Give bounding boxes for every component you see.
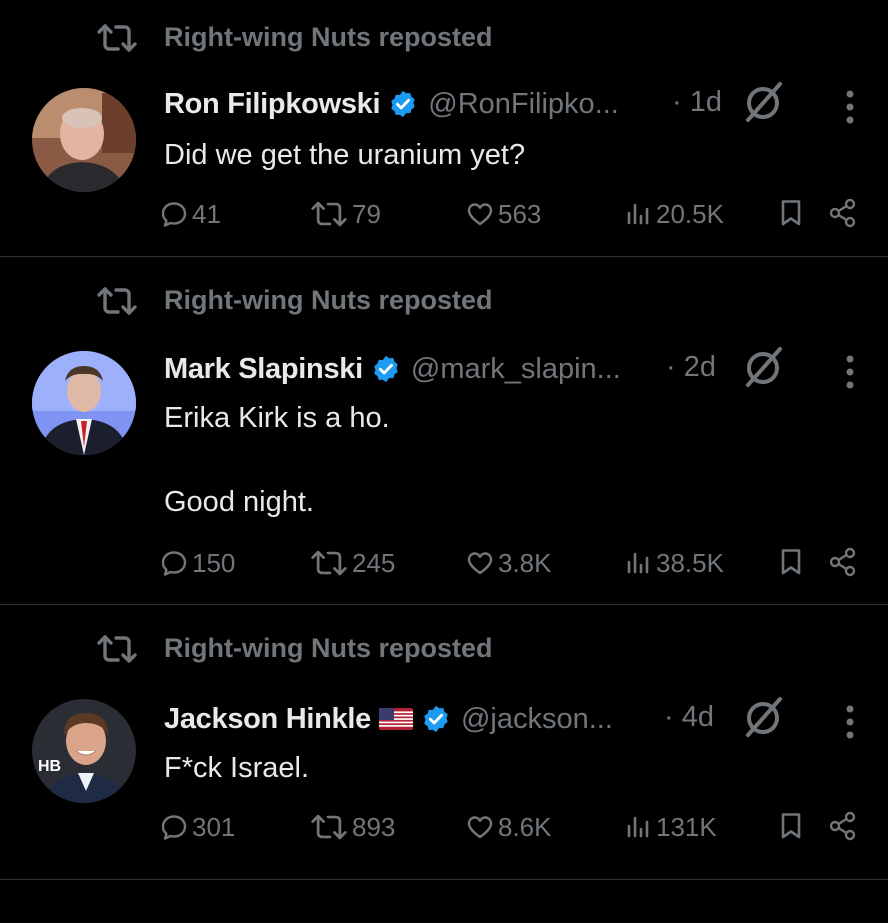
like-button[interactable]: 8.6K xyxy=(466,809,552,845)
post-actions: 41 79 563 20.5K xyxy=(160,196,860,232)
avatar[interactable]: HB xyxy=(32,699,136,803)
reply-icon xyxy=(161,202,187,227)
reply-icon xyxy=(161,815,187,840)
more-icon[interactable] xyxy=(838,353,862,393)
bookmark-icon[interactable] xyxy=(776,811,806,841)
grok-icon[interactable] xyxy=(740,345,786,391)
repost-count: 245 xyxy=(352,547,396,578)
like-icon xyxy=(467,816,493,839)
reply-count: 301 xyxy=(192,811,236,842)
post-time[interactable]: · 1d xyxy=(672,86,722,119)
repost-label: Right-wing Nuts reposted xyxy=(164,22,493,52)
reply-button[interactable]: 41 xyxy=(160,196,221,232)
repost-button[interactable]: 893 xyxy=(310,809,395,845)
repost-icon xyxy=(97,635,137,663)
like-button[interactable]: 563 xyxy=(466,196,541,232)
share-icon[interactable] xyxy=(828,811,858,841)
repost-count: 79 xyxy=(352,198,381,229)
post-actions: 150 245 3.8K 38.5K xyxy=(160,545,860,581)
author-handle[interactable]: @RonFilipko... xyxy=(428,88,619,121)
like-button[interactable]: 3.8K xyxy=(466,545,552,581)
author-name[interactable]: Mark Slapinski xyxy=(164,353,363,386)
repost-count: 893 xyxy=(352,811,396,842)
like-count: 3.8K xyxy=(498,547,552,578)
grok-icon[interactable] xyxy=(740,695,786,741)
divider xyxy=(0,879,888,880)
post-time[interactable]: · 4d xyxy=(664,701,714,734)
avatar[interactable] xyxy=(32,351,136,455)
verified-badge-icon xyxy=(374,355,398,383)
like-count: 8.6K xyxy=(498,811,552,842)
views-button[interactable]: 38.5K xyxy=(624,545,724,581)
repost-label: Right-wing Nuts reposted xyxy=(164,633,493,663)
more-icon[interactable] xyxy=(838,703,862,743)
post-header: Mark Slapinski @mark_slapin... xyxy=(164,347,621,391)
grok-icon[interactable] xyxy=(740,80,786,126)
views-icon xyxy=(627,816,649,838)
views-icon xyxy=(627,203,649,225)
author-handle[interactable]: @jackson... xyxy=(461,703,613,736)
views-button[interactable]: 131K xyxy=(624,809,717,845)
repost-icon xyxy=(97,287,137,315)
author-name[interactable]: Jackson Hinkle xyxy=(164,703,371,736)
avatar-badge-text: HB xyxy=(38,758,61,775)
post-text: Did we get the uranium yet? xyxy=(164,139,526,171)
verified-badge-icon xyxy=(424,705,448,733)
views-count: 20.5K xyxy=(656,198,724,229)
post-text: Erika Kirk is a ho. Good night. xyxy=(164,402,390,518)
reply-count: 41 xyxy=(192,198,221,229)
post-header: Ron Filipkowski @RonFilipko... xyxy=(164,82,619,126)
post-time[interactable]: · 2d xyxy=(666,351,716,384)
repost-label: Right-wing Nuts reposted xyxy=(164,285,493,315)
repost-context: Right-wing Nuts reposted xyxy=(96,629,492,669)
author-name[interactable]: Ron Filipkowski xyxy=(164,88,381,121)
repost-button[interactable]: 245 xyxy=(310,545,395,581)
repost-icon xyxy=(311,814,347,840)
verified-badge-icon xyxy=(391,90,415,118)
author-handle[interactable]: @mark_slapin... xyxy=(411,353,621,386)
like-count: 563 xyxy=(498,198,542,229)
bookmark-icon[interactable] xyxy=(776,198,806,228)
views-count: 38.5K xyxy=(656,547,724,578)
repost-context: Right-wing Nuts reposted xyxy=(96,18,492,58)
post-2[interactable]: Right-wing Nuts reposted Mark Slapinski … xyxy=(0,257,888,604)
post-text: F*ck Israel. xyxy=(164,752,310,784)
repost-context: Right-wing Nuts reposted xyxy=(96,281,492,321)
like-icon xyxy=(467,552,493,575)
like-icon xyxy=(467,203,493,226)
more-icon[interactable] xyxy=(838,88,862,128)
repost-icon xyxy=(311,201,347,227)
post-actions: 301 893 8.6K 131K xyxy=(160,809,860,845)
post-1[interactable]: Right-wing Nuts reposted Ron Filipkowski… xyxy=(0,0,888,256)
post-3[interactable]: Right-wing Nuts reposted HB Jackson Hink… xyxy=(0,605,888,879)
repost-icon xyxy=(311,550,347,576)
bookmark-icon[interactable] xyxy=(776,547,806,577)
views-icon xyxy=(627,552,649,574)
post-header: Jackson Hinkle @jackson... xyxy=(164,697,613,741)
views-button[interactable]: 20.5K xyxy=(624,196,724,232)
share-icon[interactable] xyxy=(828,198,858,228)
avatar[interactable] xyxy=(32,88,136,192)
reply-button[interactable]: 301 xyxy=(160,809,235,845)
repost-button[interactable]: 79 xyxy=(310,196,381,232)
repost-icon xyxy=(97,24,137,52)
us-flag-icon xyxy=(378,708,413,730)
reply-count: 150 xyxy=(192,547,236,578)
reply-icon xyxy=(161,551,187,576)
views-count: 131K xyxy=(656,811,717,842)
reply-button[interactable]: 150 xyxy=(160,545,235,581)
share-icon[interactable] xyxy=(828,547,858,577)
